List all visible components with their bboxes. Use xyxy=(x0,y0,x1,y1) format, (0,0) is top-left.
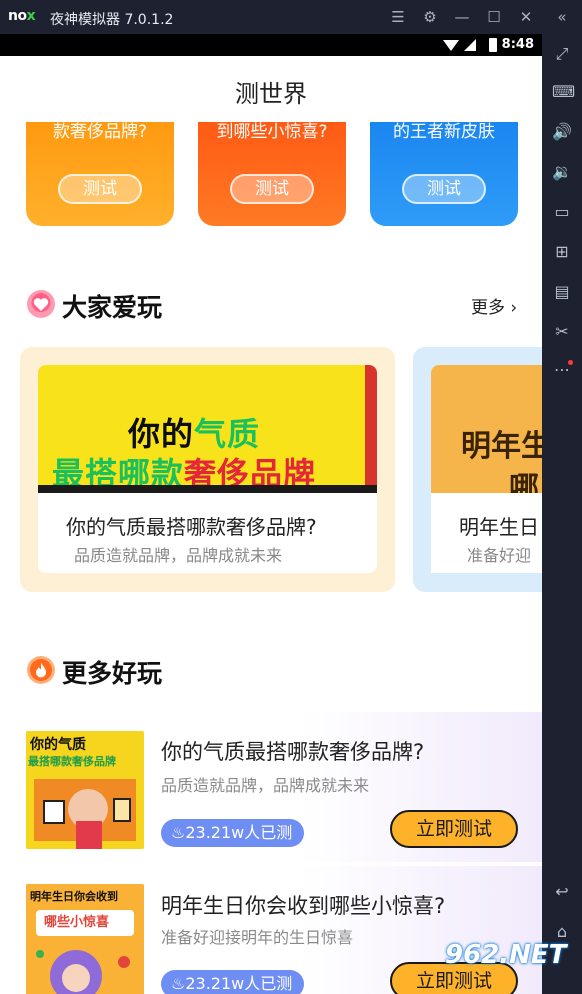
popular-card-banner: 你的气质 最搭哪款奢侈品牌 xyxy=(38,365,377,493)
screen-icon[interactable]: ▭ xyxy=(552,202,572,222)
list-item-title: 你的气质最搭哪款奢侈品牌? xyxy=(161,740,425,764)
watermark-logo: 962.NET xyxy=(445,940,567,970)
section-title-popular: 大家爱玩 xyxy=(62,293,163,322)
heart-icon xyxy=(27,290,55,318)
status-time: 8:48 xyxy=(501,37,534,52)
chevron-right-icon: › xyxy=(510,298,518,318)
close-icon[interactable]: ✕ xyxy=(516,7,536,27)
popular-card[interactable]: 你的气质 最搭哪款奢侈品牌 你的气质最搭哪款奢侈品牌? 品质造就品牌，品牌成就未… xyxy=(20,347,395,592)
volume-down-icon[interactable]: 🔉 xyxy=(552,162,572,182)
keyboard-icon[interactable]: ⌨ xyxy=(552,82,575,102)
quiz-card-text: 的王者新皮肤 xyxy=(393,122,495,142)
settings-gear-icon[interactable]: ⚙ xyxy=(420,7,440,27)
list-item-title: 明年生日你会收到哪些小惊喜? xyxy=(161,894,446,918)
multi-instance-icon[interactable]: ▤ xyxy=(552,282,572,302)
notification-dot xyxy=(568,360,573,365)
banner-line1: 明年生 xyxy=(461,429,542,464)
play-count: 23.21w人已测 xyxy=(185,823,293,842)
banner-underline xyxy=(38,485,377,493)
maximize-icon[interactable]: ☐ xyxy=(484,7,504,27)
menu-icon[interactable]: ☰ xyxy=(388,7,408,27)
nox-logo: nox xyxy=(8,8,36,24)
fullscreen-icon[interactable]: ⤢ xyxy=(552,44,572,64)
popular-card-body: 明年生日 准备好迎 xyxy=(431,493,542,573)
page-title: 测世界 xyxy=(235,80,307,108)
emulator-window: nox 夜神模拟器 7.0.1.2 ☰ ⚙ — ☐ ✕ « ⤢ ⌨ 🔊 🔉 ▭ … xyxy=(0,0,582,994)
play-count-badge: ♨23.21w人已测 xyxy=(161,970,305,994)
minimize-icon[interactable]: — xyxy=(452,7,472,27)
home-icon[interactable]: ⌂ xyxy=(552,922,572,942)
battery-icon xyxy=(489,38,497,52)
android-status-bar: 8:48 xyxy=(0,34,542,56)
quiz-card-text: 款奢侈品牌? xyxy=(52,122,148,142)
banner-line1-accent: 气质 xyxy=(194,415,261,453)
banner-stripe xyxy=(365,365,377,493)
scissors-icon[interactable]: ✂ xyxy=(552,322,572,342)
emulator-sidebar: ⤢ ⌨ 🔊 🔉 ▭ ⊞ ▤ ✂ ⋯ ↩ ⌂ xyxy=(542,34,582,994)
app-screen: 测世界 款奢侈品牌? 测试 到哪些小惊喜? 测试 的王者新皮肤 测试 大家爱玩 … xyxy=(0,56,542,994)
thumbnail-caption-1: 明年生日你会收到 xyxy=(30,890,118,903)
popular-card-body: 你的气质最搭哪款奢侈品牌? 品质造就品牌，品牌成就未来 xyxy=(38,493,377,573)
popular-card-subtitle: 品质造就品牌，品牌成就未来 xyxy=(74,546,283,565)
list-item-subtitle: 品质造就品牌，品牌成就未来 xyxy=(161,776,370,795)
more-link[interactable]: 更多 › xyxy=(471,293,517,318)
collapse-sidebar-icon[interactable]: « xyxy=(552,7,572,27)
signal-icon xyxy=(464,39,476,51)
play-count-badge: ♨23.21w人已测 xyxy=(161,819,305,847)
play-count: 23.21w人已测 xyxy=(185,974,293,993)
popular-card[interactable]: 明年生 哪 明年生日 准备好迎 xyxy=(413,347,542,592)
flame-icon: ♨ xyxy=(171,974,186,993)
popular-card-title: 你的气质最搭哪款奢侈品牌? xyxy=(66,515,317,539)
install-apk-icon[interactable]: ⊞ xyxy=(552,242,572,262)
popular-card-title: 明年生日 xyxy=(459,515,539,539)
more-label: 更多 xyxy=(471,298,505,318)
list-item[interactable]: 你的气质 最搭哪款奢侈品牌 你的气质最搭哪款奢侈品牌? 品质造就品牌，品牌成就未… xyxy=(0,712,542,862)
quiz-card[interactable]: 的王者新皮肤 测试 xyxy=(370,122,518,226)
start-test-button[interactable]: 立即测试 xyxy=(390,810,518,848)
test-button[interactable]: 测试 xyxy=(58,174,142,204)
volume-up-icon[interactable]: 🔊 xyxy=(552,122,572,142)
fire-icon xyxy=(27,656,55,684)
list-item-thumbnail: 明年生日你会收到 哪些小惊喜 xyxy=(26,884,144,994)
section-title-more-fun: 更多好玩 xyxy=(62,659,163,688)
banner-line1-text: 你的 xyxy=(128,415,195,453)
quiz-card[interactable]: 款奢侈品牌? 测试 xyxy=(26,122,174,226)
thumbnail-caption-2: 最搭哪款奢侈品牌 xyxy=(28,755,116,768)
list-item-thumbnail: 你的气质 最搭哪款奢侈品牌 xyxy=(26,731,144,849)
thumbnail-caption-1: 你的气质 xyxy=(30,737,86,753)
quiz-card-text: 到哪些小惊喜? xyxy=(216,122,328,142)
emulator-title-bar: nox 夜神模拟器 7.0.1.2 ☰ ⚙ — ☐ ✕ « xyxy=(0,0,582,34)
popular-card-subtitle: 准备好迎 xyxy=(467,546,532,565)
wifi-icon xyxy=(443,40,459,51)
thumbnail-caption-2: 哪些小惊喜 xyxy=(44,915,110,930)
test-button[interactable]: 测试 xyxy=(402,174,486,204)
popular-card-banner: 明年生 哪 xyxy=(431,365,542,506)
back-icon[interactable]: ↩ xyxy=(552,882,572,902)
test-button[interactable]: 测试 xyxy=(230,174,314,204)
flame-icon: ♨ xyxy=(171,823,186,842)
list-item-subtitle: 准备好迎接明年的生日惊喜 xyxy=(161,928,354,947)
quiz-card[interactable]: 到哪些小惊喜? 测试 xyxy=(198,122,346,226)
window-title: 夜神模拟器 7.0.1.2 xyxy=(50,12,174,28)
